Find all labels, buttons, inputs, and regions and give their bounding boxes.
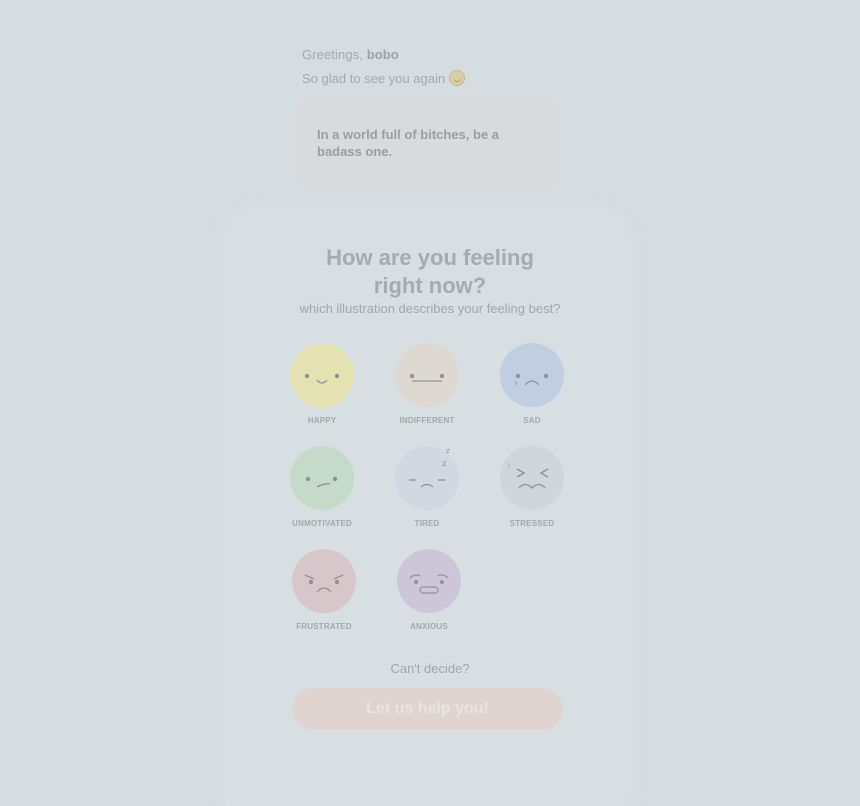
greeting-prefix: Greetings, [302,47,367,62]
smile-emoji-icon [449,70,466,86]
svg-text:z: z [446,447,450,455]
mood-option-stressed[interactable]: STRESSED [482,446,582,528]
quote-text: In a world full of bitches, be a badass … [317,127,500,159]
mood-title: How are you feeling right now? [0,244,860,300]
mood-title-text: How are you feeling right now? [326,245,534,298]
indifferent-face-icon [395,343,459,407]
greeting: Greetings, bobo [302,47,399,62]
mood-option-frustrated[interactable]: FRUSTRATED [274,549,374,631]
stressed-face-icon [500,446,564,510]
tired-face-icon: zz [395,446,459,510]
quote-card: In a world full of bitches, be a badass … [298,99,556,189]
frustrated-face-icon [292,549,356,613]
mood-option-unmotivated[interactable]: UNMOTIVATED [272,446,372,528]
sad-face-icon [500,343,564,407]
mood-option-anxious[interactable]: ANXIOUS [379,549,479,631]
mood-option-indifferent[interactable]: INDIFFERENT [377,343,477,425]
svg-text:z: z [442,459,446,468]
help-button[interactable]: Let us help you! [292,688,563,730]
mood-label: ANXIOUS [410,622,448,631]
mood-label: INDIFFERENT [399,416,455,425]
mood-label: SAD [523,416,541,425]
mood-option-happy[interactable]: HAPPY [272,343,372,425]
mood-question: which illustration describes your feelin… [299,301,561,316]
mood-option-tired[interactable]: zz TIRED [377,446,477,528]
cant-decide-text: Can't decide? [390,661,470,676]
user-name: bobo [366,47,399,62]
greeting-subtitle: So glad to see you again [302,70,466,86]
mood-option-sad[interactable]: SAD [482,343,582,425]
mood-label: FRUSTRATED [296,622,352,631]
unmotivated-face-icon [290,446,354,510]
mood-label: TIRED [414,519,440,528]
happy-face-icon [290,343,354,407]
subtitle-text: So glad to see you again [302,70,446,86]
mood-label: STRESSED [509,519,555,528]
mood-label: UNMOTIVATED [292,519,352,528]
anxious-face-icon [397,549,461,613]
mood-label: HAPPY [307,416,337,425]
